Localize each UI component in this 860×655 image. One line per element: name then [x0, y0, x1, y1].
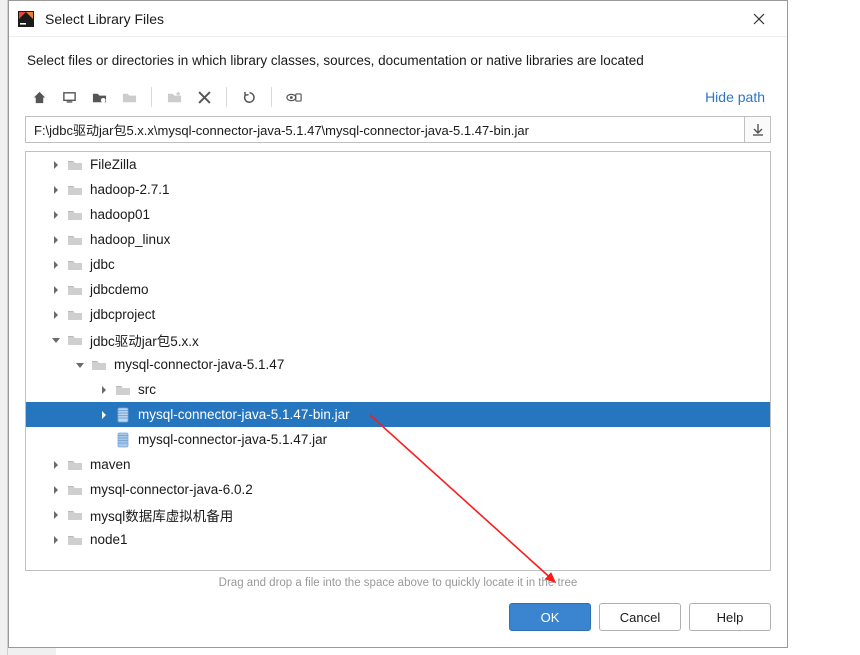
button-bar: OK Cancel Help [9, 599, 787, 647]
expander-icon[interactable] [48, 307, 64, 323]
path-row [9, 116, 787, 151]
ok-button[interactable]: OK [509, 603, 591, 631]
expander-icon[interactable] [48, 282, 64, 298]
toolbar-separator [151, 87, 152, 107]
history-dropdown-icon[interactable] [745, 116, 771, 143]
jar-archive-icon [114, 406, 132, 424]
expander-icon[interactable] [48, 332, 64, 348]
jar-archive-icon [114, 431, 132, 449]
file-tree[interactable]: FileZilla hadoop-2.7.1 hadoop01 hadoop_linu… [25, 151, 771, 571]
toolbar: Hide path [9, 82, 787, 116]
background-bottom-fragment [8, 647, 56, 655]
close-button[interactable] [739, 1, 779, 37]
folder-icon [66, 331, 84, 349]
refresh-icon[interactable] [235, 84, 263, 110]
delete-icon[interactable] [190, 84, 218, 110]
tree-item-label: jdbc [90, 257, 115, 272]
tree-row[interactable]: mysql-connector-java-6.0.2 [26, 477, 770, 502]
select-library-files-dialog: Select Library Files Select files or dir… [8, 0, 788, 648]
folder-icon [66, 481, 84, 499]
tree-row[interactable]: jdbc [26, 252, 770, 277]
tree-row[interactable]: mysql-connector-java-5.1.47.jar [26, 427, 770, 452]
folder-icon [66, 531, 84, 549]
tree-row[interactable]: FileZilla [26, 152, 770, 177]
folder-icon [90, 356, 108, 374]
expander-icon[interactable] [72, 357, 88, 373]
toolbar-separator [226, 87, 227, 107]
dialog-subtitle: Select files or directories in which lib… [9, 37, 787, 82]
path-input[interactable] [25, 116, 745, 143]
tree-item-label: src [138, 382, 156, 397]
tree-item-label: mysql-connector-java-6.0.2 [90, 482, 253, 497]
tree-item-label: mysql-connector-java-5.1.47-bin.jar [138, 407, 350, 422]
tree-item-label: jdbcproject [90, 307, 155, 322]
tree-row[interactable]: node1 [26, 527, 770, 552]
tree-row[interactable]: jdbcdemo [26, 277, 770, 302]
tree-item-label: hadoop_linux [90, 232, 170, 247]
tree-item-label: FileZilla [90, 157, 137, 172]
folder-icon [66, 506, 84, 524]
titlebar: Select Library Files [9, 1, 787, 37]
tree-item-label: jdbcdemo [90, 282, 149, 297]
tree-row[interactable]: jdbc驱动jar包5.x.x [26, 327, 770, 352]
expander-icon[interactable] [48, 532, 64, 548]
tree-row[interactable]: mysql-connector-java-5.1.47 [26, 352, 770, 377]
tree-row[interactable]: hadoop-2.7.1 [26, 177, 770, 202]
background-sidebar-fragment [0, 0, 8, 655]
tree-item-label: node1 [90, 532, 128, 547]
tree-row[interactable]: maven [26, 452, 770, 477]
expander-icon[interactable] [48, 207, 64, 223]
expander-icon[interactable] [48, 507, 64, 523]
tree-item-label: mysql-connector-java-5.1.47.jar [138, 432, 327, 447]
dialog-title: Select Library Files [45, 11, 739, 27]
expander-icon[interactable] [48, 457, 64, 473]
tree-row[interactable]: mysql-connector-java-5.1.47-bin.jar [26, 402, 770, 427]
new-folder-icon [160, 84, 188, 110]
tree-item-label: jdbc驱动jar包5.x.x [90, 330, 199, 350]
project-root-icon[interactable] [85, 84, 113, 110]
folder-icon [66, 231, 84, 249]
intellij-app-icon [17, 10, 35, 28]
expander-placeholder [96, 432, 112, 448]
hide-path-link[interactable]: Hide path [705, 89, 771, 105]
toolbar-separator [271, 87, 272, 107]
folder-icon [66, 281, 84, 299]
folder-icon [66, 156, 84, 174]
tree-item-label: mysql-connector-java-5.1.47 [114, 357, 284, 372]
folder-icon [66, 206, 84, 224]
folder-icon [66, 256, 84, 274]
cancel-button[interactable]: Cancel [599, 603, 681, 631]
folder-icon [114, 381, 132, 399]
folder-icon [66, 181, 84, 199]
tree-row[interactable]: jdbcproject [26, 302, 770, 327]
tree-item-label: maven [90, 457, 131, 472]
expander-icon[interactable] [48, 232, 64, 248]
expander-icon[interactable] [96, 382, 112, 398]
expander-icon[interactable] [96, 407, 112, 423]
module-root-icon [115, 84, 143, 110]
tree-row[interactable]: hadoop_linux [26, 227, 770, 252]
folder-icon [66, 456, 84, 474]
expander-icon[interactable] [48, 257, 64, 273]
desktop-icon[interactable] [55, 84, 83, 110]
tree-row[interactable]: mysql数据库虚拟机备用 [26, 502, 770, 527]
expander-icon[interactable] [48, 157, 64, 173]
home-icon[interactable] [25, 84, 53, 110]
tree-row[interactable]: hadoop01 [26, 202, 770, 227]
tree-item-label: hadoop01 [90, 207, 150, 222]
drag-drop-hint: Drag and drop a file into the space abov… [9, 571, 787, 599]
help-button[interactable]: Help [689, 603, 771, 631]
expander-icon[interactable] [48, 482, 64, 498]
show-hidden-icon[interactable] [280, 84, 308, 110]
tree-item-label: hadoop-2.7.1 [90, 182, 170, 197]
tree-item-label: mysql数据库虚拟机备用 [90, 505, 233, 525]
expander-icon[interactable] [48, 182, 64, 198]
folder-icon [66, 306, 84, 324]
tree-row[interactable]: src [26, 377, 770, 402]
